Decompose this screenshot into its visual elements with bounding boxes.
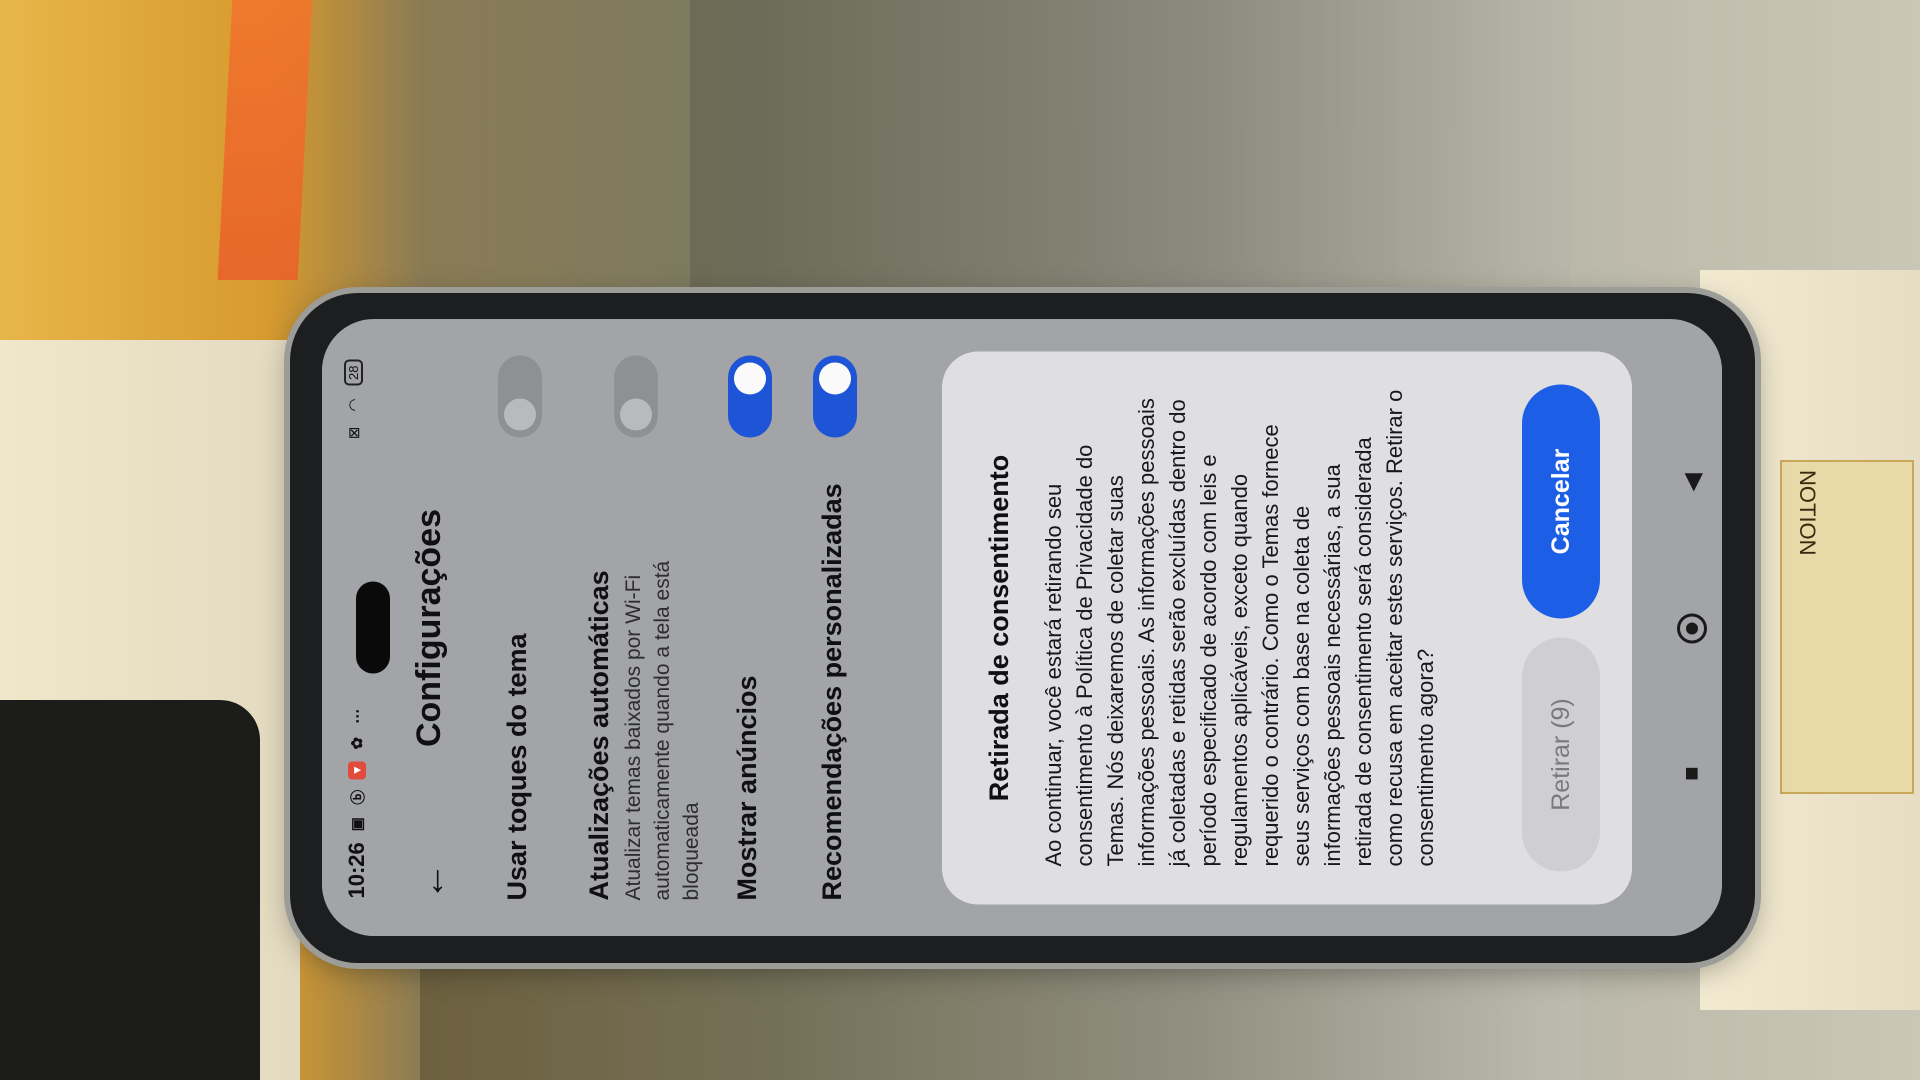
dialog-title: Retirada de consentimento [984,454,1014,801]
dialog-body: Ao continuar, você estará retirando seu … [1041,389,1438,866]
toggle-auto-updates[interactable] [614,355,658,437]
background-label-text: NOTION [1795,470,1820,556]
phone-device: 10:26 ▣ ⓑ ▼ ✿ ⋯ ⊠ ◠ 28 ← Configurações U… [290,293,1755,963]
camera-cutout [356,581,390,673]
background-glass-bottom [420,960,1580,1080]
navigation-bar: ■ ◀ [1662,319,1722,936]
toggle-personalized-recommendations[interactable] [813,355,857,437]
circle-home-icon[interactable] [1675,611,1709,645]
triangle-back-icon[interactable]: ◀ [1675,465,1709,499]
status-bar: 10:26 ▣ ⓑ ▼ ✿ ⋯ ⊠ ◠ 28 [322,319,390,936]
withdraw-button[interactable]: Retirar (9) [1522,637,1600,871]
consent-withdrawal-dialog: Retirada de consentimento Ao continuar, … [942,351,1632,904]
status-time: 10:26 [344,841,369,898]
setting-row-auto-updates[interactable]: Atualizações automáticas Atualizar temas… [584,355,706,900]
setting-title: Atualizações automáticas [584,569,614,900]
sim-icon: ⊠ [345,426,363,439]
toggle-show-ads[interactable] [728,355,772,437]
setting-row-show-ads[interactable]: Mostrar anúncios [728,355,772,900]
app-screen: 10:26 ▣ ⓑ ▼ ✿ ⋯ ⊠ ◠ 28 ← Configurações U… [322,319,1722,936]
cancel-button[interactable]: Cancelar [1522,384,1600,618]
background-dark-block [0,700,260,1080]
setting-description: Atualizar temas baixados por Wi-Fi autom… [622,560,703,900]
cast-icon: ⓑ [349,789,367,805]
toggle-use-theme-sounds[interactable] [498,355,542,437]
square-recents-icon[interactable]: ■ [1675,756,1709,790]
setting-row-use-theme-sounds[interactable]: Usar toques do tema [498,355,542,900]
notification-app-icon: ▼ [348,760,366,779]
battery-icon: 28 [344,359,363,386]
page-title: Configurações [410,508,448,747]
wifi-icon: ◠ [345,397,363,412]
nfc-icon: ▣ [349,816,366,831]
setting-row-personalized-recommendations[interactable]: Recomendações personalizadas [813,355,857,900]
phone-screen: 10:26 ▣ ⓑ ▼ ✿ ⋯ ⊠ ◠ 28 ← Configurações U… [322,319,1722,936]
more-dots-icon: ⋯ [349,708,366,724]
background-glass-shelf [690,0,1570,296]
settings-gear-icon: ✿ [349,736,366,750]
background-orange-fabric [217,0,313,280]
